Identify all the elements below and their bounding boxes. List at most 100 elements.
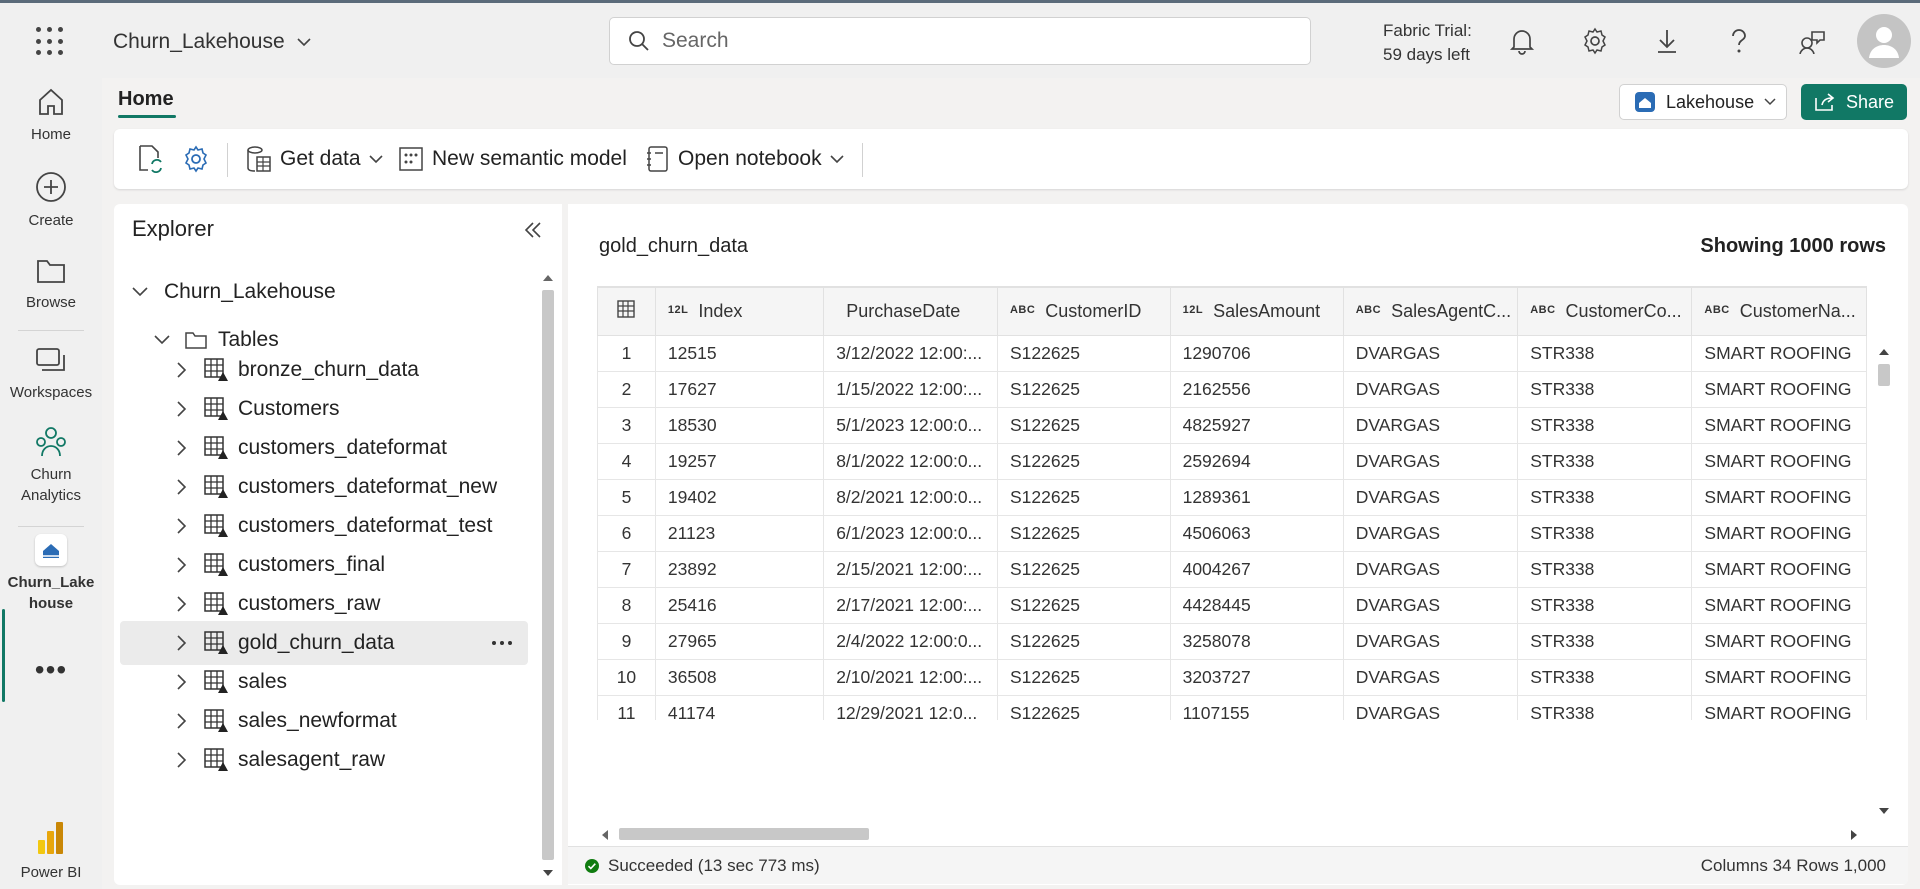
table-row[interactable]: 8 25416 2/17/2021 12:00:... S122625 4428445 D… — [597, 587, 1867, 624]
nav-create[interactable]: Create — [0, 170, 102, 231]
table-cell[interactable]: SMART ROOFING — [1691, 479, 1867, 516]
table-cell[interactable]: 1107155 — [1169, 695, 1344, 720]
open-notebook-button[interactable]: Open notebook — [646, 143, 844, 175]
select-all-cell[interactable] — [597, 287, 656, 336]
refresh-button[interactable] — [136, 143, 164, 175]
chevron-right-icon[interactable] — [172, 557, 192, 573]
chevron-down-icon[interactable] — [152, 335, 172, 345]
table-cell[interactable]: STR338 — [1517, 587, 1693, 624]
table-row[interactable]: 1 12515 3/12/2022 12:00:... S122625 1290706 D… — [597, 335, 1867, 372]
nav-power-bi[interactable]: Power BI — [0, 820, 102, 883]
table-cell[interactable]: S122625 — [996, 479, 1171, 516]
new-semantic-model-button[interactable]: New semantic model — [398, 143, 627, 175]
workspace-title[interactable]: Churn_Lakehouse — [113, 30, 311, 54]
chevron-right-icon[interactable] — [172, 635, 192, 651]
table-cell[interactable]: STR338 — [1517, 623, 1693, 660]
table-cell[interactable]: 17627 — [654, 371, 825, 408]
table-cell[interactable]: SMART ROOFING — [1691, 443, 1867, 480]
user-avatar[interactable] — [1857, 14, 1911, 68]
table-cell[interactable]: DVARGAS — [1342, 623, 1519, 660]
table-row[interactable]: 4 19257 8/1/2022 12:00:0... S122625 2592694 D… — [597, 443, 1867, 480]
explorer-scrollbar[interactable] — [538, 270, 558, 882]
table-row[interactable]: 5 19402 8/2/2021 12:00:0... S122625 1289361 D… — [597, 479, 1867, 516]
table-cell[interactable]: STR338 — [1517, 515, 1693, 552]
table-cell[interactable]: 36508 — [654, 659, 825, 696]
tree-item-table[interactable]: customers_dateformat — [114, 426, 447, 470]
table-cell[interactable]: 2/15/2021 12:00:... — [823, 551, 998, 588]
column-header[interactable]: PurchaseDate — [823, 287, 998, 336]
table-cell[interactable]: DVARGAS — [1342, 479, 1519, 516]
table-row[interactable]: 2 17627 1/15/2022 12:00:... S122625 2162556 D… — [597, 371, 1867, 408]
table-cell[interactable]: 19257 — [654, 443, 825, 480]
table-cell[interactable]: 4825927 — [1169, 407, 1344, 444]
search-box[interactable] — [609, 17, 1311, 65]
table-cell[interactable]: 2162556 — [1169, 371, 1344, 408]
table-cell[interactable]: DVARGAS — [1342, 371, 1519, 408]
table-row[interactable]: 11 41174 12/29/2021 12:0... S122625 1107155 D… — [597, 695, 1867, 720]
nav-home[interactable]: Home — [0, 86, 102, 145]
nav-browse[interactable]: Browse — [0, 256, 102, 313]
chevron-down-icon[interactable] — [130, 287, 150, 297]
table-cell[interactable]: STR338 — [1517, 443, 1693, 480]
tree-item-table[interactable]: bronze_churn_data — [114, 348, 419, 392]
share-button[interactable]: Share — [1801, 84, 1907, 120]
table-cell[interactable]: S122625 — [996, 623, 1171, 660]
column-header[interactable]: ABC SalesAgentC... — [1342, 287, 1519, 336]
table-cell[interactable]: STR338 — [1517, 659, 1693, 696]
table-cell[interactable]: 12/29/2021 12:0... — [823, 695, 998, 720]
chevron-right-icon[interactable] — [172, 440, 192, 456]
column-header[interactable]: 12L SalesAmount — [1169, 287, 1344, 336]
table-cell[interactable]: STR338 — [1517, 479, 1693, 516]
download-icon[interactable] — [1651, 25, 1683, 57]
tab-home[interactable]: Home — [118, 88, 174, 111]
chevron-right-icon[interactable] — [172, 518, 192, 534]
table-cell[interactable]: S122625 — [996, 371, 1171, 408]
chevron-right-icon[interactable] — [172, 479, 192, 495]
column-header[interactable]: ABC CustomerNa... — [1691, 287, 1867, 336]
table-cell[interactable]: 8/2/2021 12:00:0... — [823, 479, 998, 516]
table-cell[interactable]: S122625 — [996, 659, 1171, 696]
table-cell[interactable]: SMART ROOFING — [1691, 371, 1867, 408]
table-row[interactable]: 10 36508 2/10/2021 12:00:... S122625 3203727… — [597, 659, 1867, 696]
nav-workspaces[interactable]: Workspaces — [0, 346, 102, 403]
table-cell[interactable]: 2/17/2021 12:00:... — [823, 587, 998, 624]
table-row[interactable]: 9 27965 2/4/2022 12:00:0... S122625 3258078 D… — [597, 623, 1867, 660]
table-cell[interactable]: DVARGAS — [1342, 659, 1519, 696]
table-cell[interactable]: DVARGAS — [1342, 551, 1519, 588]
table-cell[interactable]: SMART ROOFING — [1691, 623, 1867, 660]
table-cell[interactable]: DVARGAS — [1342, 695, 1519, 720]
table-cell[interactable]: STR338 — [1517, 407, 1693, 444]
table-cell[interactable]: SMART ROOFING — [1691, 407, 1867, 444]
collapse-panel-button[interactable] — [523, 220, 543, 245]
table-cell[interactable]: S122625 — [996, 335, 1171, 372]
table-cell[interactable]: DVARGAS — [1342, 515, 1519, 552]
table-cell[interactable]: 3258078 — [1169, 623, 1344, 660]
table-cell[interactable]: 4004267 — [1169, 551, 1344, 588]
table-cell[interactable]: SMART ROOFING — [1691, 659, 1867, 696]
get-data-button[interactable]: Get data — [246, 143, 383, 175]
table-cell[interactable]: 25416 — [654, 587, 825, 624]
nav-more-button[interactable]: ••• — [0, 656, 102, 684]
table-cell[interactable]: 27965 — [654, 623, 825, 660]
table-cell[interactable]: 6/1/2023 12:00:0... — [823, 515, 998, 552]
nav-churn-lakehouse[interactable]: Churn_Lake house — [0, 534, 102, 614]
table-cell[interactable]: 12515 — [654, 335, 825, 372]
table-cell[interactable]: 41174 — [654, 695, 825, 720]
table-cell[interactable]: SMART ROOFING — [1691, 551, 1867, 588]
more-options-icon[interactable] — [492, 641, 512, 645]
table-cell[interactable]: 2/10/2021 12:00:... — [823, 659, 998, 696]
feedback-icon[interactable] — [1796, 25, 1828, 57]
settings-button[interactable] — [182, 143, 210, 175]
table-row[interactable]: 3 18530 5/1/2023 12:00:0... S122625 4825927 D… — [597, 407, 1867, 444]
table-cell[interactable]: DVARGAS — [1342, 335, 1519, 372]
tree-item-table[interactable]: sales_newformat — [114, 699, 397, 743]
table-cell[interactable]: S122625 — [996, 695, 1171, 720]
search-input[interactable] — [662, 29, 1282, 53]
table-cell[interactable]: DVARGAS — [1342, 407, 1519, 444]
table-cell[interactable]: DVARGAS — [1342, 587, 1519, 624]
table-cell[interactable]: S122625 — [996, 407, 1171, 444]
table-cell[interactable]: DVARGAS — [1342, 443, 1519, 480]
table-cell[interactable]: SMART ROOFING — [1691, 515, 1867, 552]
table-cell[interactable]: 8/1/2022 12:00:0... — [823, 443, 998, 480]
nav-churn-analytics[interactable]: Churn Analytics — [0, 426, 102, 506]
